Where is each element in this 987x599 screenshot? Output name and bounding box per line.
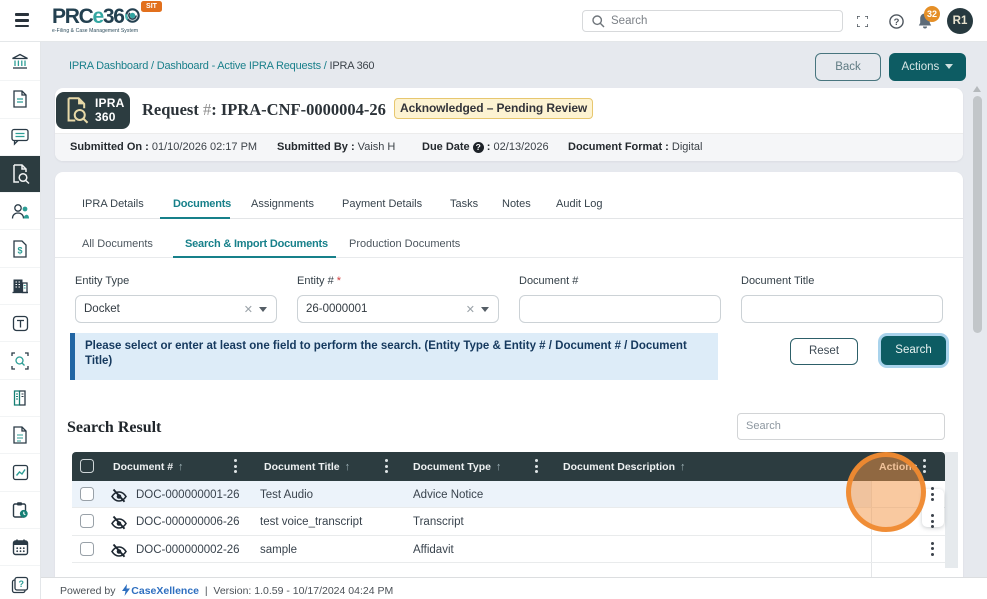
svg-text:$: $ [17,245,22,255]
svg-text:?: ? [894,17,900,28]
svg-text:?: ? [18,579,24,589]
